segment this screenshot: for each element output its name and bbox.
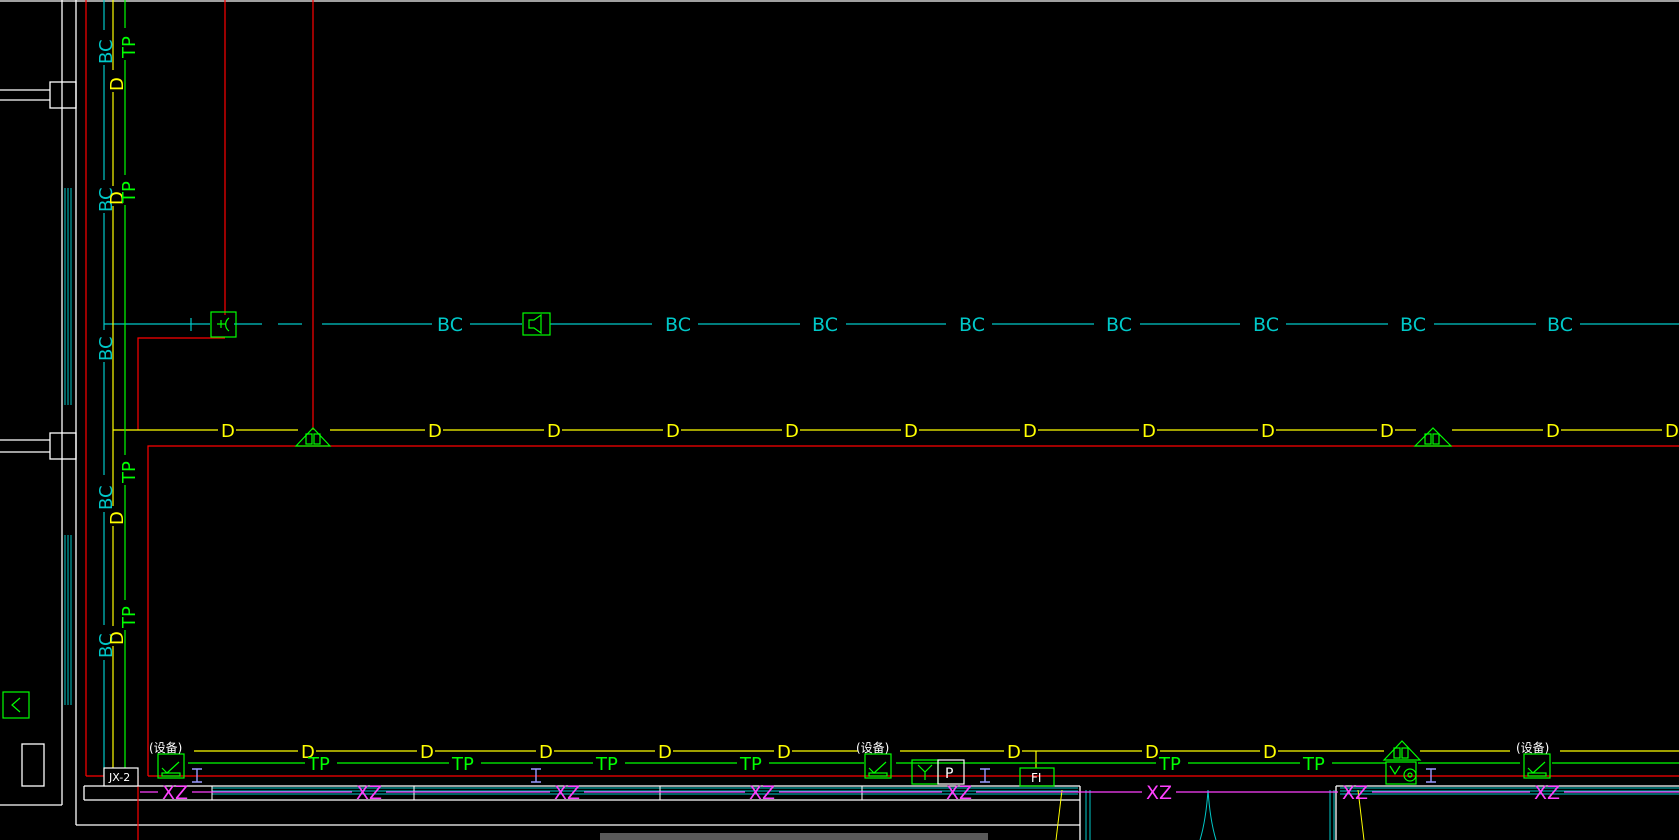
- d-label: D: [547, 421, 561, 442]
- fi-box[interactable]: FI: [1019, 767, 1055, 787]
- bc-label: BC: [96, 336, 117, 361]
- tp-label: TP: [119, 36, 140, 59]
- bc-label: BC: [1106, 314, 1132, 336]
- bc-line-layer: [103, 0, 1679, 776]
- d-label: D: [221, 421, 235, 442]
- d-label: D: [1142, 421, 1156, 442]
- tp-label: TP: [595, 754, 618, 775]
- junction-box-label: JX-2: [108, 771, 130, 784]
- bc-label: BC: [96, 485, 117, 510]
- d-label: D: [1380, 421, 1394, 442]
- device-tag: (设备): [1516, 741, 1549, 755]
- tv-outlet-icon[interactable]: [157, 753, 185, 779]
- tv-outlet-icon[interactable]: [1523, 753, 1551, 779]
- bc-label: BC: [1547, 314, 1573, 336]
- d-label: D: [777, 742, 791, 763]
- d-label: D: [107, 631, 128, 645]
- d-label: D: [1261, 421, 1275, 442]
- d-label: D: [1263, 742, 1277, 763]
- d-label: D: [785, 421, 799, 442]
- speaker-icon[interactable]: [522, 312, 551, 336]
- bc-label: BC: [812, 314, 838, 336]
- bc-label: BC: [1400, 314, 1426, 336]
- xz-label: XZ: [946, 782, 972, 804]
- d-label: D: [420, 742, 434, 763]
- d-label: D: [428, 421, 442, 442]
- d-label: D: [1665, 421, 1679, 442]
- d-line-layer: [112, 0, 1679, 776]
- camera-icon[interactable]: [210, 311, 237, 338]
- vertical-labels: BC TP D BC D TP BC TP BC D TP BC D: [96, 36, 140, 658]
- camera-icon[interactable]: [1385, 761, 1417, 785]
- d-label: D: [107, 511, 128, 525]
- dome-camera-icon[interactable]: [1413, 427, 1453, 447]
- tp-labels-bottom: TP TP TP TP TP TP: [307, 754, 1325, 775]
- tp-label: TP: [739, 754, 762, 775]
- tp-label: TP: [119, 181, 140, 204]
- xz-label: XZ: [162, 782, 188, 804]
- xz-label: XZ: [1342, 782, 1368, 804]
- d-label: D: [1546, 421, 1560, 442]
- xz-label: XZ: [356, 782, 382, 804]
- dome-camera-icon[interactable]: [1382, 740, 1422, 761]
- xz-label: XZ: [1534, 782, 1560, 804]
- d-labels-top: D D D D D D D D D D D D: [221, 421, 1679, 442]
- d-label: D: [904, 421, 918, 442]
- d-label: D: [107, 77, 128, 91]
- xz-label: XZ: [1146, 782, 1172, 804]
- tp-line-layer: [124, 0, 1679, 776]
- xz-label: XZ: [554, 782, 580, 804]
- window-layer: [64, 188, 72, 705]
- tv-outlet-icon[interactable]: [864, 753, 892, 779]
- tp-label: TP: [1302, 754, 1325, 775]
- wall-layer: [0, 0, 1679, 840]
- tp-label: TP: [119, 461, 140, 484]
- bc-label: BC: [1253, 314, 1279, 336]
- d-label: D: [539, 742, 553, 763]
- tp-label: TP: [307, 754, 330, 775]
- power-line-layer: [85, 0, 1679, 840]
- device-tag: (设备): [149, 741, 182, 755]
- cad-drawing-canvas[interactable]: BC TP D BC D TP BC TP BC D TP BC D BC BC…: [0, 0, 1679, 840]
- d-label: D: [658, 742, 672, 763]
- bc-labels: BC BC BC BC BC BC BC BC: [437, 314, 1573, 336]
- bc-label: BC: [96, 39, 117, 64]
- d-label: D: [1007, 742, 1021, 763]
- tp-label: TP: [119, 606, 140, 629]
- device-tag: (设备): [856, 741, 889, 755]
- dome-camera-icon[interactable]: [294, 427, 332, 447]
- d-label: D: [1145, 742, 1159, 763]
- cross-box-icon[interactable]: [2, 691, 30, 719]
- tp-label: TP: [1158, 754, 1181, 775]
- bc-label: BC: [959, 314, 985, 336]
- tp-label: TP: [451, 754, 474, 775]
- horizontal-scrollbar[interactable]: [600, 833, 988, 840]
- xz-labels: XZ XZ XZ XZ XZ XZ XZ XZ: [162, 782, 1560, 804]
- bc-label: BC: [665, 314, 691, 336]
- d-label: D: [1023, 421, 1037, 442]
- junction-box[interactable]: JX-2: [103, 767, 139, 787]
- d-label: D: [666, 421, 680, 442]
- d-labels-bottom: D D D D D D D D: [301, 742, 1277, 763]
- bc-label: BC: [437, 314, 463, 336]
- xz-label: XZ: [749, 782, 775, 804]
- fi-box-label: FI: [1031, 771, 1041, 785]
- p-box-label: P: [945, 766, 953, 782]
